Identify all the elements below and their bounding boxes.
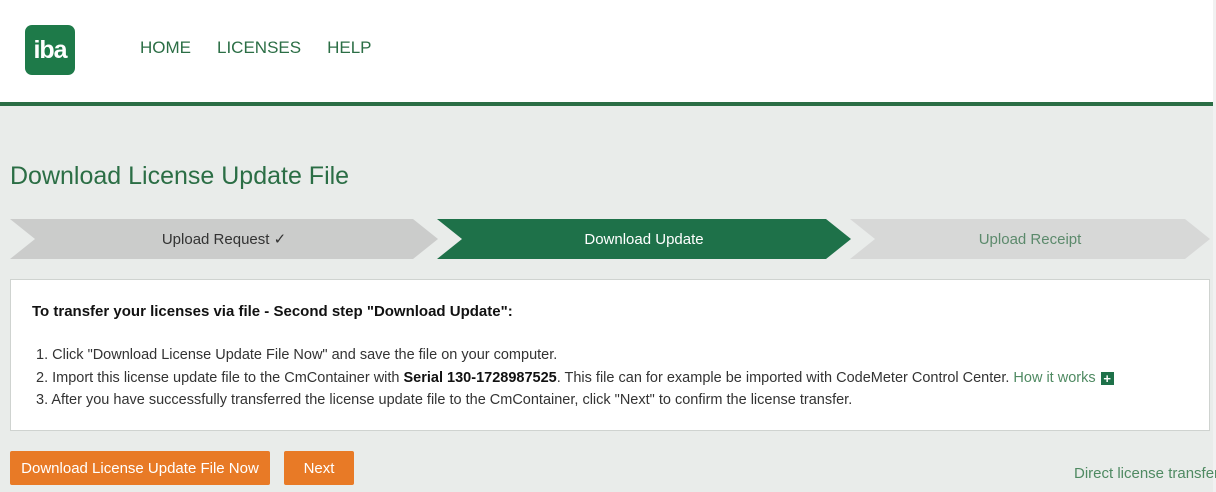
serial-number: Serial 130-1728987525 [403,369,557,386]
progress-steps: Upload Request ✓ Download Update Upload … [10,219,1210,259]
download-license-update-button[interactable]: Download License Update File Now [10,451,270,485]
instruction-item-1: 1. Click "Download License Update File N… [36,347,558,363]
direct-license-transfer-link[interactable]: Direct license transfer [1074,465,1216,482]
expand-plus-icon[interactable]: + [1100,371,1114,385]
header-divider [0,102,1216,106]
step-upload-request: Upload Request ✓ [10,219,438,259]
main-nav: HOME LICENSES HELP [140,38,398,58]
page-title: Download License Update File [10,162,350,190]
instructions-list: 1. Click "Download License Update File N… [36,344,1114,412]
instruction-item-2-text: 2. Import this license update file to th… [36,369,404,386]
iba-logo[interactable]: iba [25,25,75,75]
instruction-item-2-rest: . This file can for example be imported … [556,369,1014,386]
step-download-update: Download Update [437,219,851,259]
instructions-panel: To transfer your licenses via file - Sec… [10,279,1210,431]
nav-home-link[interactable]: HOME [140,38,191,58]
instruction-item-2: 2. Import this license update file to th… [36,367,1114,390]
nav-licenses-link[interactable]: LICENSES [217,38,301,58]
header-bar: iba HOME LICENSES HELP [0,0,1216,102]
instruction-item-3: 3. After you have successfully transferr… [36,392,853,408]
instructions-title: To transfer your licenses via file - Sec… [32,303,513,320]
next-button[interactable]: Next [284,451,354,485]
how-it-works-link[interactable]: How it works [1013,370,1095,386]
step-upload-receipt: Upload Receipt [850,219,1210,259]
nav-help-link[interactable]: HELP [327,38,371,58]
